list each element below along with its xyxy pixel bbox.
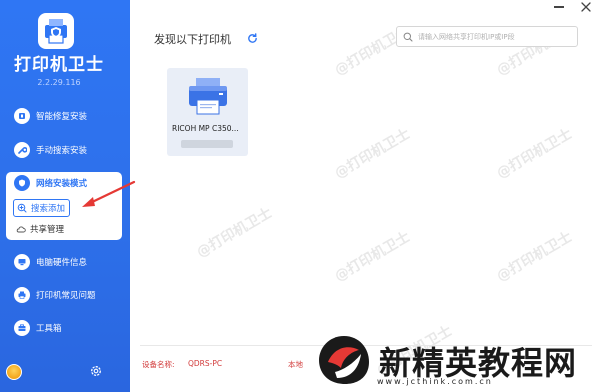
printer-image <box>189 78 227 115</box>
close-icon[interactable] <box>580 1 592 13</box>
local-label: 本地 <box>288 360 303 369</box>
app-logo <box>38 13 74 49</box>
watermark: @打印机卫士 <box>332 228 413 285</box>
search-box <box>396 26 578 47</box>
sidebar-item-label: 智能修复安装 <box>36 112 88 122</box>
watermark: @打印机卫士 <box>494 125 575 182</box>
search-icon <box>403 32 413 42</box>
sidebar-item-toolbox[interactable]: 工具箱 <box>8 315 124 341</box>
search-add-icon <box>17 203 27 213</box>
search-input[interactable] <box>418 32 568 41</box>
sub-item-label: 搜索添加 <box>31 204 66 214</box>
device-name-label: 设备名称: <box>142 360 175 369</box>
repair-icon <box>14 108 30 124</box>
printer-card[interactable]: RICOH MP C350... <box>167 68 248 156</box>
sub-item-share-manage[interactable]: 共享管理 <box>16 221 64 237</box>
sub-item-search-add[interactable]: 搜索添加 <box>13 199 71 217</box>
printer-name: RICOH MP C350... <box>172 124 239 133</box>
sidebar-item-manual-search[interactable]: 手动搜索安装 <box>8 137 124 163</box>
sub-item-label: 共享管理 <box>30 225 65 235</box>
app-version: 2.2.29.116 <box>37 78 81 87</box>
user-avatar[interactable] <box>6 364 22 380</box>
sidebar-item-smart-repair[interactable]: 智能修复安装 <box>8 103 124 129</box>
cloud-icon <box>16 226 26 233</box>
network-icon <box>14 175 30 191</box>
watermark: @打印机卫士 <box>194 204 275 261</box>
device-name-value: QDRS-PC <box>188 359 223 368</box>
toolbox-icon <box>14 320 30 336</box>
sidebar-item-printer-faq[interactable]: 打印机常见问题 <box>8 282 124 308</box>
refresh-icon[interactable] <box>247 33 258 44</box>
pointer-arrow-icon <box>82 180 136 207</box>
brand-url: www.jcthink.com.cn <box>377 377 493 386</box>
page-title: 发现以下打印机 <box>154 33 231 46</box>
watermark: @打印机卫士 <box>332 125 413 182</box>
sidebar-item-label: 工具箱 <box>36 324 62 334</box>
sidebar-item-hardware-info[interactable]: 电脑硬件信息 <box>8 249 124 275</box>
sidebar-item-label: 打印机常见问题 <box>36 291 96 301</box>
settings-gear-icon[interactable] <box>89 364 103 378</box>
brand-watermark: 新精英教程网 www.jcthink.com.cn <box>305 332 600 392</box>
wrench-icon <box>14 142 30 158</box>
minimize-button[interactable] <box>554 6 564 8</box>
app-title: 打印机卫士 <box>14 55 104 75</box>
hardware-icon <box>14 254 30 270</box>
brand-logo-icon <box>319 336 369 384</box>
watermark: @打印机卫士 <box>494 228 575 285</box>
sidebar-item-label: 电脑硬件信息 <box>36 258 88 268</box>
printer-icon <box>14 287 30 303</box>
printer-subtitle-redacted <box>181 140 233 148</box>
sidebar-item-label: 手动搜索安装 <box>36 146 88 156</box>
